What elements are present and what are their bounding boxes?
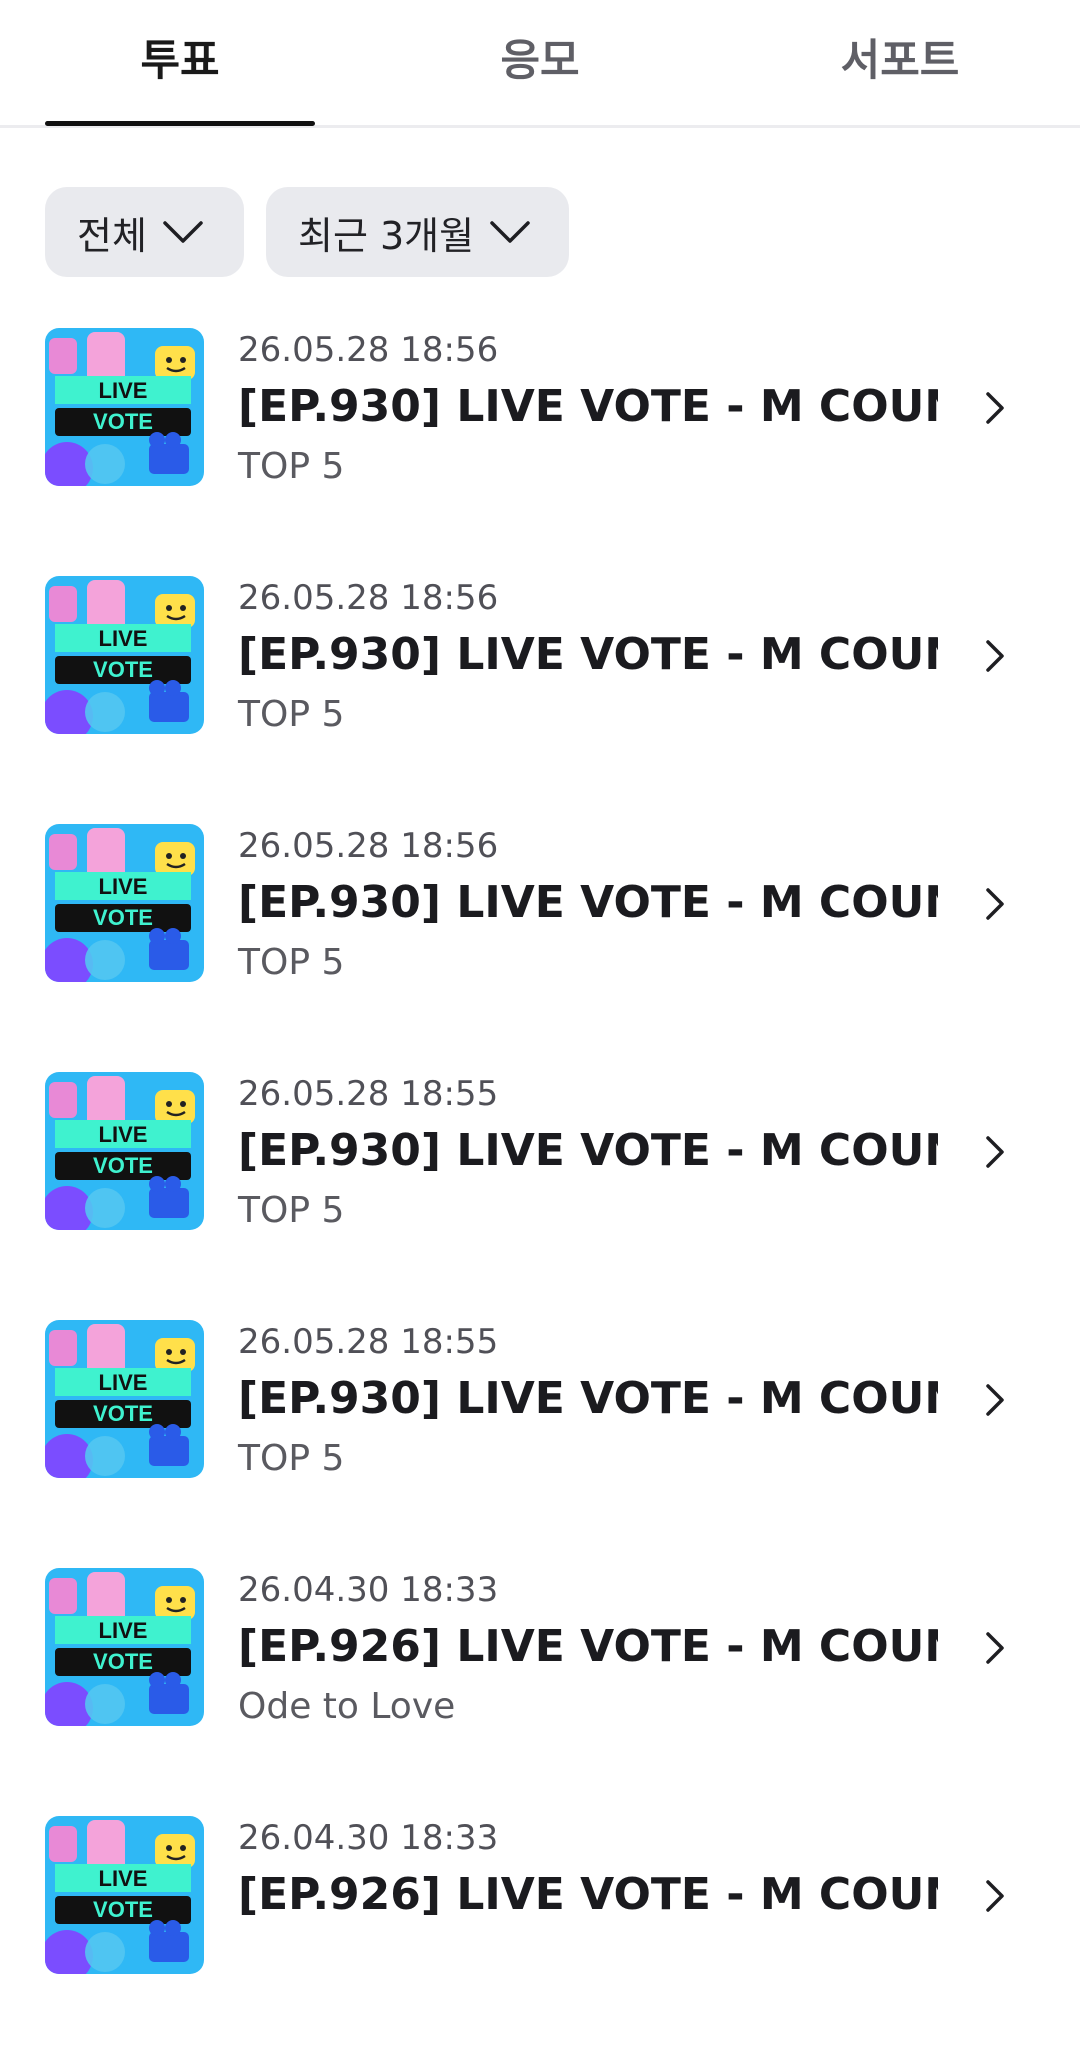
- category-filter-label: 전체: [77, 213, 147, 258]
- active-tab-indicator: [45, 121, 315, 126]
- vote-title: [EP.926] LIVE VOTE - M COUN...: [238, 1869, 938, 1920]
- vote-list-item[interactable]: LIVE VOTE 26.05.28 18:56 [EP.930] LIVE V…: [0, 824, 1080, 1072]
- chevron-right-icon: [986, 1632, 1004, 1664]
- svg-text:VOTE: VOTE: [93, 657, 153, 682]
- vote-list-item[interactable]: LIVE VOTE 26.04.30 18:33 [EP.926] LIVE V…: [0, 1816, 1080, 2064]
- vote-subtitle: TOP 5: [238, 446, 345, 487]
- svg-text:VOTE: VOTE: [93, 1897, 153, 1922]
- filter-bar: 전체 최근 3개월: [45, 187, 569, 277]
- vote-date: 26.05.28 18:55: [238, 1074, 499, 1114]
- vote-thumbnail: LIVE VOTE: [45, 824, 204, 982]
- svg-text:VOTE: VOTE: [93, 905, 153, 930]
- vote-item-text: 26.04.30 18:33 [EP.926] LIVE VOTE - M CO…: [238, 1568, 938, 1732]
- svg-text:LIVE: LIVE: [99, 1122, 148, 1147]
- svg-text:VOTE: VOTE: [93, 1153, 153, 1178]
- vote-title: [EP.926] LIVE VOTE - M COUN...: [238, 1621, 938, 1672]
- tab-apply[interactable]: 응모: [405, 0, 675, 125]
- chevron-right-icon: [986, 1384, 1004, 1416]
- vote-thumbnail: LIVE VOTE: [45, 1072, 204, 1230]
- tab-apply-label: 응모: [500, 36, 580, 86]
- vote-item-text: 26.05.28 18:56 [EP.930] LIVE VOTE - M CO…: [238, 328, 938, 492]
- svg-text:LIVE: LIVE: [99, 1618, 148, 1643]
- tab-vote[interactable]: 투표: [45, 0, 315, 125]
- svg-text:LIVE: LIVE: [99, 626, 148, 651]
- vote-item-text: 26.05.28 18:55 [EP.930] LIVE VOTE - M CO…: [238, 1072, 938, 1236]
- vote-thumbnail: LIVE VOTE: [45, 328, 204, 486]
- tab-vote-label: 투표: [140, 36, 220, 86]
- chevron-down-icon: [490, 221, 530, 243]
- vote-item-text: 26.05.28 18:56 [EP.930] LIVE VOTE - M CO…: [238, 576, 938, 740]
- tab-support[interactable]: 서포트: [765, 0, 1035, 125]
- category-filter-dropdown[interactable]: 전체: [45, 187, 244, 277]
- chevron-right-icon: [986, 888, 1004, 920]
- svg-text:VOTE: VOTE: [93, 1649, 153, 1674]
- vote-list-item[interactable]: LIVE VOTE 26.05.28 18:55 [EP.930] LIVE V…: [0, 1320, 1080, 1568]
- vote-item-text: 26.05.28 18:55 [EP.930] LIVE VOTE - M CO…: [238, 1320, 938, 1484]
- chevron-right-icon: [986, 640, 1004, 672]
- vote-subtitle: TOP 5: [238, 694, 345, 735]
- vote-thumbnail: LIVE VOTE: [45, 1320, 204, 1478]
- svg-text:LIVE: LIVE: [99, 874, 148, 899]
- vote-date: 26.04.30 18:33: [238, 1818, 499, 1858]
- period-filter-dropdown[interactable]: 최근 3개월: [266, 187, 569, 277]
- tab-support-label: 서포트: [840, 36, 960, 86]
- chevron-right-icon: [986, 1880, 1004, 1912]
- vote-title: [EP.930] LIVE VOTE - M COUN...: [238, 381, 938, 432]
- vote-date: 26.05.28 18:55: [238, 1322, 499, 1362]
- period-filter-label: 최근 3개월: [298, 213, 475, 258]
- vote-subtitle: TOP 5: [238, 1190, 345, 1231]
- vote-date: 26.05.28 18:56: [238, 826, 499, 866]
- vote-subtitle: Ode to Love: [238, 1686, 456, 1727]
- chevron-right-icon: [986, 1136, 1004, 1168]
- vote-subtitle: TOP 5: [238, 1438, 345, 1479]
- tab-bar: 투표 응모 서포트: [0, 0, 1080, 128]
- svg-text:VOTE: VOTE: [93, 1401, 153, 1426]
- vote-list-item[interactable]: LIVE VOTE 26.05.28 18:56 [EP.930] LIVE V…: [0, 328, 1080, 576]
- svg-text:LIVE: LIVE: [99, 378, 148, 403]
- vote-date: 26.05.28 18:56: [238, 330, 499, 370]
- vote-item-text: 26.05.28 18:56 [EP.930] LIVE VOTE - M CO…: [238, 824, 938, 988]
- svg-text:LIVE: LIVE: [99, 1370, 148, 1395]
- vote-title: [EP.930] LIVE VOTE - M COUN...: [238, 1125, 938, 1176]
- vote-title: [EP.930] LIVE VOTE - M COUN...: [238, 877, 938, 928]
- chevron-down-icon: [163, 221, 203, 243]
- vote-list-item[interactable]: LIVE VOTE 26.05.28 18:55 [EP.930] LIVE V…: [0, 1072, 1080, 1320]
- vote-title: [EP.930] LIVE VOTE - M COUN...: [238, 1373, 938, 1424]
- vote-subtitle: TOP 5: [238, 942, 345, 983]
- vote-list-item[interactable]: LIVE VOTE 26.05.28 18:56 [EP.930] LIVE V…: [0, 576, 1080, 824]
- vote-date: 26.05.28 18:56: [238, 578, 499, 618]
- vote-thumbnail: LIVE VOTE: [45, 1816, 204, 1974]
- vote-item-text: 26.04.30 18:33 [EP.926] LIVE VOTE - M CO…: [238, 1816, 938, 1930]
- chevron-right-icon: [986, 392, 1004, 424]
- vote-list-item[interactable]: LIVE VOTE 26.04.30 18:33 [EP.926] LIVE V…: [0, 1568, 1080, 1816]
- vote-date: 26.04.30 18:33: [238, 1570, 499, 1610]
- svg-text:VOTE: VOTE: [93, 409, 153, 434]
- svg-text:LIVE: LIVE: [99, 1866, 148, 1891]
- vote-thumbnail: LIVE VOTE: [45, 576, 204, 734]
- vote-title: [EP.930] LIVE VOTE - M COUN...: [238, 629, 938, 680]
- vote-thumbnail: LIVE VOTE: [45, 1568, 204, 1726]
